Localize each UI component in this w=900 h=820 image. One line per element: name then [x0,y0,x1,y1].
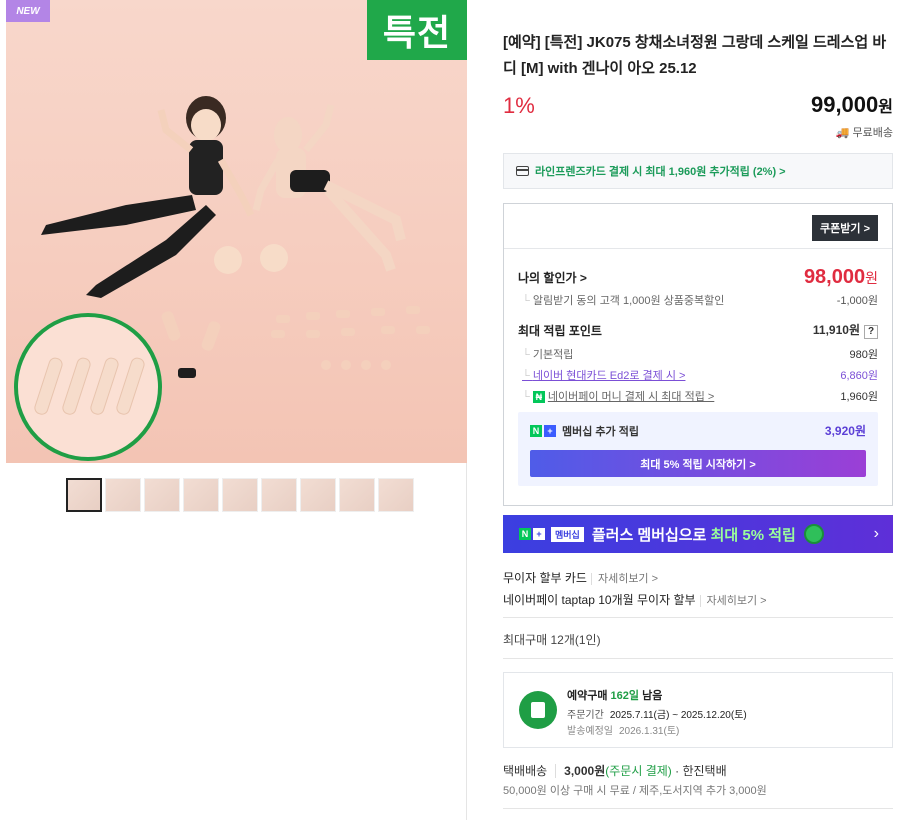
my-price-amount: 98,000 [803,266,866,288]
free-shipping: 🚚 무료배송 [836,124,893,140]
my-price-label[interactable]: 나의 할인가 > [518,269,587,286]
membership-label: 멤버십 추가 적립 [562,425,639,438]
divider [503,617,893,618]
installment-npay-label: 네이버페이 taptap 10개월 무이자 할부 [503,593,696,607]
thumbnail-8[interactable] [339,478,375,512]
installment-card-row: 무이자 할부 카드 자세히보기 > [503,569,659,586]
card-benefit-text: 라인프렌즈카드 결제 시 최대 1,960원 추가적립 (2%) > [535,166,786,178]
naver-plus-icon: N + [519,528,545,540]
price-value: 99,000 [810,92,879,117]
delivery-carrier: · 한진택배 [675,764,727,778]
thumbnail-5[interactable] [222,478,258,512]
preorder-period: 주문기간 2025.7.11(금) ~ 2025.12.20(토) [567,706,747,721]
preorder-ship-label: 발송예정일 [567,726,613,737]
thumbnail-1[interactable] [66,478,102,512]
points-card-value: 6,860원 [840,370,878,382]
divider [503,808,893,809]
installment-npay-more[interactable]: 자세히보기 > [699,595,767,607]
my-price-value: 98,000원 [804,266,878,289]
membership-label-wrap: N + 멤버십 추가 적립 [530,423,639,439]
document-icon [531,702,545,718]
discount-rate: 1% [503,93,535,118]
thumbnail-3[interactable] [144,478,180,512]
preorder-period-value: 2025.7.11(금) ~ 2025.12.20(토) [609,710,747,721]
coupon-area: 쿠폰받기 > [504,204,892,249]
points-npay-wrap[interactable]: ₦네이버페이 머니 결제 시 최대 적립 > [518,388,714,404]
membership-box: N + 멤버십 추가 적립 3,920원 최대 5% 적립 시작하기 > [518,412,878,486]
delivery-fee-note: (주문시 결제) [605,764,672,778]
preorder-icon [519,691,557,729]
coupon-button[interactable]: 쿠폰받기 > [812,215,878,241]
chevron-right-icon: › [873,525,879,542]
points-npay-link: 네이버페이 머니 결제 시 최대 적립 > [547,391,715,403]
plus-membership-banner[interactable]: N + 멤버십 플러스 멤버십으로 최대 5% 적립 › [503,515,893,553]
benefit-box: 쿠폰받기 > 나의 할인가 > 98,000원 알림받기 동의 고객 1,000… [503,203,893,506]
preorder-period-label: 주문기간 [567,710,604,721]
membership-badge: 멤버십 [551,526,584,542]
points-item-row: 기본적립 980원 [518,346,878,362]
points-value-wrap: 11,910원? [813,321,878,339]
points-item-row: ₦네이버페이 머니 결제 시 최대 적립 > 1,960원 [518,388,878,404]
installment-card-more[interactable]: 자세히보기 > [590,573,659,585]
delivery-note: 50,000원 이상 구매 시 무료 / 제주,도서지역 추가 3,000원 [503,785,767,797]
alert-discount-value: -1,000원 [836,295,878,307]
npay-icon: ₦ [532,391,545,403]
plus-banner-highlight: 최대 5% 적립 [710,526,796,544]
main-product-image[interactable]: NEW 특전 [6,0,467,463]
preorder-title-suffix: 남음 [639,690,663,702]
preorder-days: 162일 [610,690,640,702]
thumbnail-7[interactable] [300,478,336,512]
delivery-fee: 3,000원 [555,764,606,778]
thumbnail-4[interactable] [183,478,219,512]
my-price-unit: 원 [865,270,878,286]
points-item-row: 네이버 현대카드 Ed2로 결제 시 > 6,860원 [518,367,878,383]
thumbnail-6[interactable] [261,478,297,512]
plus-banner-text: 플러스 멤버십으로 최대 5% 적립 [592,524,796,545]
credit-card-icon [516,166,529,176]
card-benefit-banner[interactable]: 라인프렌즈카드 결제 시 최대 1,960원 추가적립 (2%) > [503,153,893,189]
thumbnail-9[interactable] [378,478,414,512]
product-gallery: NEW 특전 [0,0,467,820]
points-basic-value: 980원 [849,349,878,361]
zoom-detail-circle [14,313,162,461]
preorder-ship-date: 발송예정일 2026.1.31(토) [567,722,679,737]
membership-row: N + 멤버십 추가 적립 3,920원 [530,422,866,439]
points-card-link[interactable]: 네이버 현대카드 Ed2로 결제 시 > [518,367,686,383]
alert-discount-row: 알림받기 동의 고객 1,000원 상품중복할인 -1,000원 [518,292,878,308]
preorder-box: 예약구매 162일 남음 주문기간 2025.7.11(금) ~ 2025.12.… [503,672,893,748]
points-value: 11,910원 [812,323,860,337]
preorder-ship-value: 2026.1.31(토) [619,726,680,737]
points-npay-value: 1,960원 [840,391,878,403]
delivery-info: 택배배송 3,000원(주문시 결제) · 한진택배 [503,762,727,779]
membership-amount: 3,920원 [824,424,866,438]
price-unit: 원 [878,99,893,116]
alert-discount-label: 알림받기 동의 고객 1,000원 상품중복할인 [518,292,725,308]
points-row: 최대 적립 포인트 11,910원? [518,321,878,339]
divider [503,658,893,659]
points-label: 최대 적립 포인트 [518,323,602,338]
plus-banner-text-part1: 플러스 멤버십으로 [591,526,711,544]
installment-card-label: 무이자 할부 카드 [503,571,587,585]
product-title: [예약] [특전] JK075 창채소녀정원 그랑데 스케일 드레스업 바디 [… [503,34,887,77]
help-icon[interactable]: ? [864,325,878,339]
thumbnail-strip [66,478,414,512]
preorder-title: 예약구매 162일 남음 [567,687,662,703]
naver-plus-icon: N + [530,424,556,437]
installment-npay-row: 네이버페이 taptap 10개월 무이자 할부 자세히보기 > [503,591,767,608]
truck-icon: 🚚 [835,126,850,139]
membership-start-button[interactable]: 최대 5% 적립 시작하기 > [530,450,866,477]
product-price: 99,000원 [811,92,893,118]
coin-stack-icon [803,524,824,544]
my-price-row: 나의 할인가 > 98,000원 [518,266,878,289]
max-purchase: 최대구매 12개(1인) [503,633,601,647]
preorder-title-prefix: 예약구매 [567,690,611,702]
arm-parts-illustration [34,357,145,415]
free-shipping-label: 무료배송 [852,127,893,139]
delivery-method: 택배배송 [503,764,548,778]
points-basic-label: 기본적립 [518,346,573,362]
thumbnail-2[interactable] [105,478,141,512]
